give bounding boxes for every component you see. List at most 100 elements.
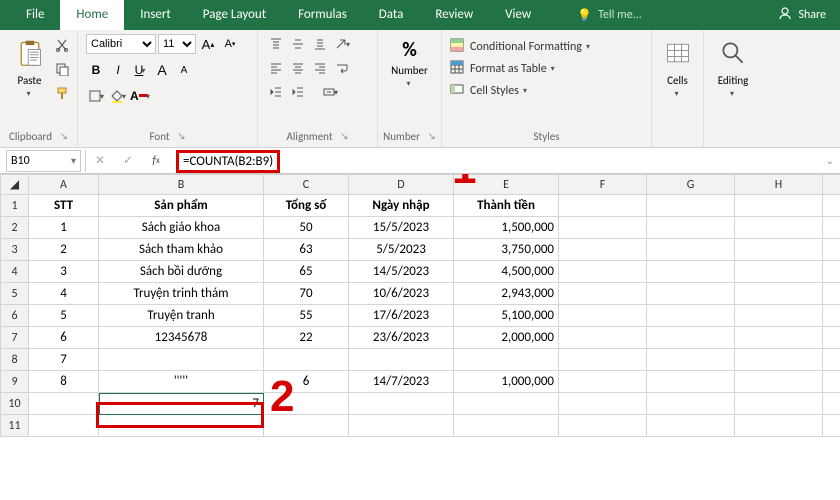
- spreadsheet-grid[interactable]: ◢ A B C D E F G H 1 STT Sản phẩm Tổng số…: [0, 174, 840, 500]
- row-header[interactable]: 3: [1, 239, 29, 261]
- align-bottom-button[interactable]: [310, 34, 330, 54]
- cell[interactable]: 63: [264, 239, 349, 261]
- col-header-b[interactable]: B: [99, 175, 264, 195]
- cell[interactable]: 6: [29, 327, 99, 349]
- cell[interactable]: [647, 371, 735, 393]
- cell[interactable]: 5/5/2023: [349, 239, 454, 261]
- cell[interactable]: 17/6/2023: [349, 305, 454, 327]
- cell[interactable]: [735, 261, 823, 283]
- cut-icon[interactable]: [55, 38, 69, 56]
- cell[interactable]: 3,750,000: [454, 239, 559, 261]
- cell[interactable]: [647, 217, 735, 239]
- cell[interactable]: 10/6/2023: [349, 283, 454, 305]
- cell[interactable]: [559, 217, 647, 239]
- copy-icon[interactable]: [55, 62, 69, 80]
- orientation-button[interactable]: ▾: [332, 34, 352, 54]
- dialog-launcher-icon[interactable]: ↘: [60, 131, 68, 142]
- align-top-button[interactable]: [266, 34, 286, 54]
- table-row[interactable]: 76123456782223/6/20232,000,000: [1, 327, 840, 349]
- format-painter-icon[interactable]: [55, 86, 69, 104]
- underline-button[interactable]: U▾: [130, 60, 150, 80]
- cell[interactable]: 2,000,000: [454, 327, 559, 349]
- wrap-text-button[interactable]: [332, 58, 352, 78]
- paste-button[interactable]: Paste ▾: [8, 34, 51, 99]
- cell[interactable]: [735, 217, 823, 239]
- table-row[interactable]: 43Sách bồi dưỡng6514/5/20234,500,000: [1, 261, 840, 283]
- editing-button[interactable]: Editing ▾: [711, 34, 755, 99]
- cell[interactable]: [647, 261, 735, 283]
- increase-indent-button[interactable]: [288, 82, 308, 102]
- cell[interactable]: [349, 349, 454, 371]
- name-box[interactable]: B10 ▾: [6, 150, 81, 172]
- increase-font-button[interactable]: A▴: [198, 34, 218, 54]
- italic-button[interactable]: I: [108, 60, 128, 80]
- row-header[interactable]: 2: [1, 217, 29, 239]
- font-name-selector[interactable]: Calibri: [86, 34, 156, 54]
- cell[interactable]: Truyện trinh thám: [99, 283, 264, 305]
- row-header[interactable]: 8: [1, 349, 29, 371]
- cell[interactable]: [647, 393, 735, 415]
- cell[interactable]: 4,500,000: [454, 261, 559, 283]
- col-header-h[interactable]: H: [735, 175, 823, 195]
- cell[interactable]: 2,943,000: [454, 283, 559, 305]
- cell[interactable]: 1,000,000: [454, 371, 559, 393]
- cell[interactable]: [647, 283, 735, 305]
- row-header[interactable]: 1: [1, 195, 29, 217]
- cell[interactable]: [29, 393, 99, 415]
- table-row[interactable]: 98'''''614/7/20231,000,000: [1, 371, 840, 393]
- bold-button[interactable]: B: [86, 60, 106, 80]
- cell[interactable]: 7: [29, 349, 99, 371]
- align-right-button[interactable]: [310, 58, 330, 78]
- tab-view[interactable]: View: [489, 0, 547, 30]
- tell-me-search[interactable]: 💡 Tell me...: [547, 0, 764, 30]
- col-header-f[interactable]: F: [559, 175, 647, 195]
- increase-font-icon[interactable]: A: [152, 60, 172, 80]
- cancel-formula-button[interactable]: ✕: [86, 150, 114, 172]
- cell[interactable]: [559, 305, 647, 327]
- tab-insert[interactable]: Insert: [124, 0, 187, 30]
- fill-color-button[interactable]: ▾: [108, 86, 128, 106]
- cell[interactable]: 14/7/2023: [349, 371, 454, 393]
- col-header-c[interactable]: C: [264, 175, 349, 195]
- formula-input[interactable]: =COUNTA(B2:B9): [170, 150, 826, 172]
- cell[interactable]: 14/5/2023: [349, 261, 454, 283]
- cell[interactable]: [735, 415, 823, 437]
- decrease-font-button[interactable]: A▾: [220, 34, 240, 54]
- fx-button[interactable]: fx: [142, 150, 170, 172]
- border-button[interactable]: ▾: [86, 86, 106, 106]
- cell[interactable]: 1,500,000: [454, 217, 559, 239]
- share-button[interactable]: Share: [764, 0, 840, 30]
- dialog-launcher-icon[interactable]: ↘: [341, 131, 349, 142]
- table-row[interactable]: 54Truyện trinh thám7010/6/20232,943,000: [1, 283, 840, 305]
- row-header[interactable]: 9: [1, 371, 29, 393]
- expand-formula-bar-button[interactable]: ⌄: [826, 154, 834, 167]
- cell[interactable]: 12345678: [99, 327, 264, 349]
- column-headers[interactable]: ◢ A B C D E F G H: [1, 175, 840, 195]
- tab-review[interactable]: Review: [419, 0, 489, 30]
- cell[interactable]: 15/5/2023: [349, 217, 454, 239]
- number-format-button[interactable]: % Number ▾: [388, 34, 432, 89]
- cell[interactable]: [29, 415, 99, 437]
- cell[interactable]: [647, 239, 735, 261]
- cell[interactable]: [559, 415, 647, 437]
- table-row[interactable]: 32Sách tham khảo635/5/20233,750,000: [1, 239, 840, 261]
- cell[interactable]: STT: [29, 195, 99, 217]
- cell[interactable]: Sản phẩm: [99, 195, 264, 217]
- cell[interactable]: Sách bồi dưỡng: [99, 261, 264, 283]
- cell[interactable]: [735, 393, 823, 415]
- row-header[interactable]: 5: [1, 283, 29, 305]
- decrease-indent-button[interactable]: [266, 82, 286, 102]
- cell[interactable]: [559, 283, 647, 305]
- cell[interactable]: [735, 327, 823, 349]
- merge-center-button[interactable]: ▾: [310, 82, 350, 102]
- dialog-launcher-icon[interactable]: ↘: [428, 131, 436, 142]
- cell[interactable]: 3: [29, 261, 99, 283]
- select-all-corner[interactable]: ◢: [1, 175, 29, 195]
- cell[interactable]: 4: [29, 283, 99, 305]
- decrease-font-icon[interactable]: A: [174, 60, 194, 80]
- cell[interactable]: Ngày nhập: [349, 195, 454, 217]
- cell[interactable]: Tổng số: [264, 195, 349, 217]
- cell[interactable]: Sách tham khảo: [99, 239, 264, 261]
- cell[interactable]: [454, 349, 559, 371]
- table-row[interactable]: 1 STT Sản phẩm Tổng số Ngày nhập Thành t…: [1, 195, 840, 217]
